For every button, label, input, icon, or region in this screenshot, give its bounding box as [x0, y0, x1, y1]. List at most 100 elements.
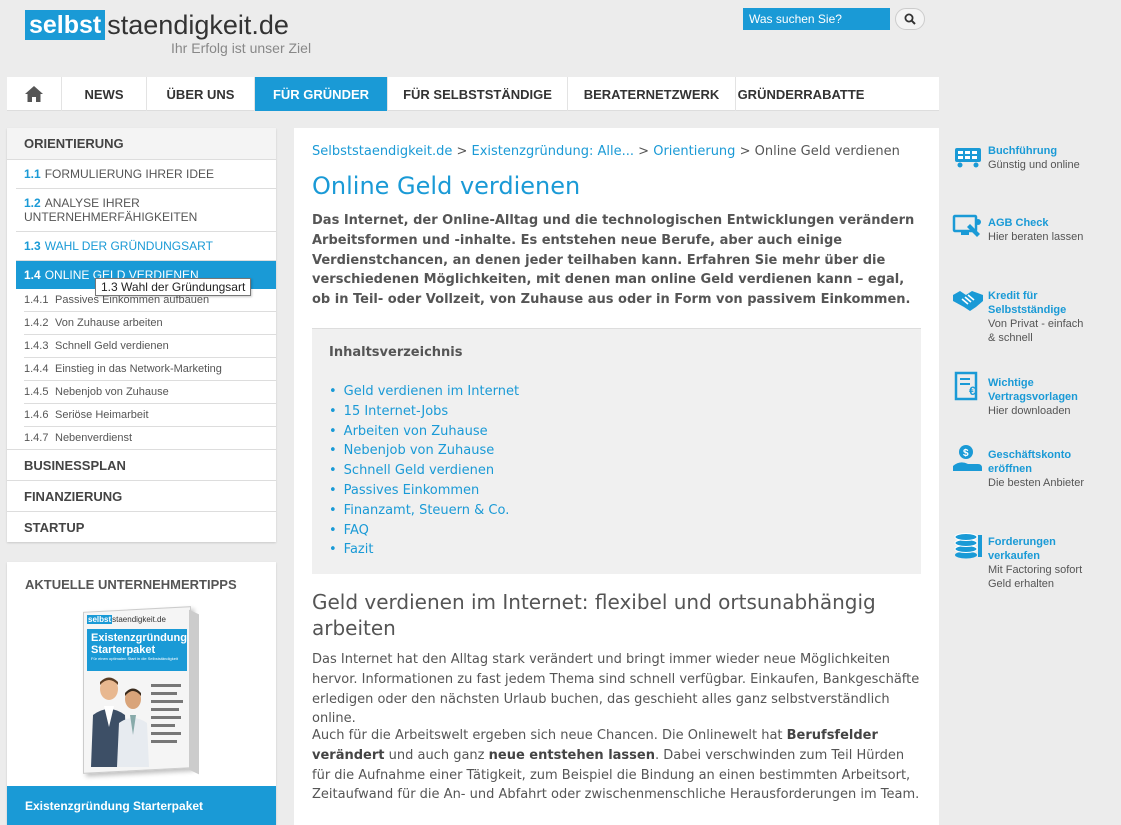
- factoring-icon: [954, 533, 982, 559]
- product-title-2: Starterpaket: [91, 644, 156, 656]
- section-heading: Geld verdienen im Internet: flexibel und…: [312, 590, 876, 640]
- subitem-label: Nebenjob von Zuhause: [55, 386, 169, 398]
- nav-home[interactable]: [7, 77, 62, 111]
- sidebar-subitem-1-4-6[interactable]: 1.4.6 Seriöse Heimarbeit: [24, 404, 276, 427]
- nav-fuer-selbststaendige[interactable]: FÜR SELBSTSTÄNDIGE: [388, 77, 568, 111]
- item-number: 1.3: [24, 239, 41, 253]
- item-label: WAHL DER GRÜNDUNGSART: [44, 239, 213, 253]
- paragraph: Auch für die Arbeitswelt ergeben sich ne…: [312, 726, 924, 805]
- toc-link[interactable]: 15 Internet-Jobs: [329, 402, 519, 422]
- subitem-label: Einstieg in das Network-Marketing: [55, 363, 222, 375]
- subitem-label: Von Zuhause arbeiten: [55, 317, 163, 329]
- text-span: und auch ganz: [384, 747, 489, 763]
- bold-text: neue entstehen lassen: [488, 747, 655, 763]
- breadcrumb-current: Online Geld verdienen: [754, 144, 900, 159]
- product-logo-box: selbst: [87, 614, 113, 624]
- right-item-buchfuehrung[interactable]: Buchführung Günstig und online: [950, 128, 1090, 188]
- product-logo-text: staendigkeit.de: [112, 614, 166, 624]
- breadcrumb-home[interactable]: Selbststaendigkeit.de: [312, 144, 452, 159]
- nav-fuer-gruender[interactable]: FÜR GRÜNDER: [255, 77, 388, 111]
- search-button[interactable]: [895, 8, 925, 30]
- toc-title: Inhaltsverzeichnis: [329, 345, 463, 360]
- right-item-subtitle: Hier downloaden: [988, 405, 1071, 417]
- right-item-vertragsvorlagen[interactable]: € Wichtige Vertragsvorlagen Hier download…: [950, 360, 1090, 420]
- right-item-title: Forderungen verkaufen Mit Factoring sofor…: [988, 535, 1088, 591]
- right-item-title: Buchführung Günstig und online: [988, 144, 1088, 172]
- tips-heading: AKTUELLE UNTERNEHMERTIPPS: [25, 577, 237, 592]
- sidebar-subitem-1-4-3[interactable]: 1.4.3 Schnell Geld verdienen: [24, 335, 276, 358]
- item-label: FORMULIERUNG IHRER IDEE: [44, 167, 215, 181]
- toc-link[interactable]: Passives Einkommen: [329, 481, 519, 501]
- sidebar-subitem-1-4-4[interactable]: 1.4.4 Einstieg in das Network-Marketing: [24, 358, 276, 381]
- right-item-forderungen[interactable]: Forderungen verkaufen Mit Factoring sofor…: [950, 519, 1090, 590]
- right-item-subtitle: Von Privat - einfach & schnell: [988, 318, 1084, 344]
- title-text: Geschäftskonto eröffnen: [988, 449, 1072, 475]
- svg-text:€: €: [969, 384, 976, 398]
- logo-text: staendigkeit.de: [107, 10, 289, 40]
- svg-text:$: $: [963, 448, 969, 459]
- toc-link[interactable]: FAQ: [329, 521, 519, 541]
- sidebar-item-1-1[interactable]: 1.1 FORMULIERUNG IHRER IDEE: [16, 160, 276, 189]
- agb-check-icon: [952, 214, 981, 237]
- title-text: Forderungen verkaufen: [988, 536, 1056, 562]
- breadcrumb: Selbststaendigkeit.de > Existenzgründung…: [312, 144, 900, 159]
- search-input[interactable]: [743, 8, 890, 30]
- sidebar-section-startup[interactable]: STARTUP: [7, 511, 276, 542]
- site-logo[interactable]: selbst staendigkeit.de Ihr Erfolg ist un…: [25, 10, 311, 56]
- sidebar-item-1-3[interactable]: 1.3 WAHL DER GRÜNDUNGSART: [16, 232, 276, 261]
- product-box-image[interactable]: selbst staendigkeit.de Existenzgründung …: [77, 606, 202, 775]
- subitem-number: 1.4.4: [24, 363, 49, 375]
- sidebar-section-finanzierung[interactable]: FINANZIERUNG: [7, 480, 276, 511]
- right-item-title: Geschäftskonto eröffnen Die besten Anbiet…: [988, 448, 1088, 490]
- subitem-number: 1.4.2: [24, 317, 49, 329]
- text-span: Auch für die Arbeitswelt ergeben sich ne…: [312, 728, 787, 743]
- logo-box: selbst: [25, 10, 106, 40]
- breadcrumb-separator: >: [735, 144, 755, 159]
- product-feature-list: [151, 679, 187, 748]
- right-item-title: Wichtige Vertragsvorlagen Hier downloaden: [988, 376, 1088, 418]
- subitem-number: 1.4.5: [24, 386, 49, 398]
- right-item-geschaeftskonto[interactable]: $ Geschäftskonto eröffnen Die besten Anbi…: [950, 432, 1090, 492]
- sidebar-item-1-2[interactable]: 1.2 ANALYSE IHRER UNTERNEHMERFÄHIGKEITEN: [16, 189, 276, 232]
- tips-footer-link[interactable]: Existenzgründung Starterpaket: [7, 786, 276, 825]
- right-item-agb-check[interactable]: AGB Check Hier beraten lassen: [950, 200, 1090, 260]
- subitem-number: 1.4.7: [24, 432, 49, 444]
- table-of-contents: Inhaltsverzeichnis Geld verdienen im Int…: [312, 328, 921, 574]
- breadcrumb-orientierung[interactable]: Orientierung: [653, 144, 735, 159]
- item-number: 1.4: [24, 268, 41, 282]
- breadcrumb-separator: >: [634, 144, 654, 159]
- sidebar-section-businessplan[interactable]: BUSINESSPLAN: [7, 449, 276, 480]
- toc-link[interactable]: Nebenjob von Zuhause: [329, 441, 519, 461]
- toc-link[interactable]: Fazit: [329, 540, 519, 560]
- toc-link[interactable]: Arbeiten von Zuhause: [329, 422, 519, 442]
- nav-beraternetzwerk[interactable]: BERATERNETZWERK: [568, 77, 736, 111]
- toc-link[interactable]: Finanzamt, Steuern & Co.: [329, 501, 519, 521]
- sidebar-subitem-1-4-2[interactable]: 1.4.2 Von Zuhause arbeiten: [24, 312, 276, 335]
- nav-gruenderrabatte[interactable]: GRÜNDERRABATTE: [736, 77, 866, 111]
- right-item-title: Kredit für Selbstständige Von Privat - ei…: [988, 289, 1088, 345]
- right-item-kredit[interactable]: Kredit für Selbstständige Von Privat - ei…: [950, 273, 1090, 344]
- sidebar-heading[interactable]: ORIENTIERUNG: [7, 128, 276, 160]
- subitem-label: Nebenverdienst: [55, 432, 133, 444]
- nav-news[interactable]: NEWS: [62, 77, 147, 111]
- toc-link[interactable]: Geld verdienen im Internet: [329, 382, 519, 402]
- search-icon: [904, 13, 916, 25]
- bookkeeping-icon: [955, 148, 981, 168]
- product-title-1: Existenzgründung: [91, 632, 187, 644]
- breadcrumb-category[interactable]: Existenzgründung: Alle...: [472, 144, 635, 159]
- sidebar-subitem-1-4-5[interactable]: 1.4.5 Nebenjob von Zuhause: [24, 381, 276, 404]
- toc-link[interactable]: Schnell Geld verdienen: [329, 461, 519, 481]
- sidebar-subitem-1-4-7[interactable]: 1.4.7 Nebenverdienst: [24, 427, 276, 449]
- tips-box: AKTUELLE UNTERNEHMERTIPPS selbst staendi…: [7, 562, 276, 825]
- right-item-subtitle: Günstig und online: [988, 159, 1080, 171]
- item-number: 1.1: [24, 167, 41, 181]
- item-label: ANALYSE IHRER UNTERNEHMERFÄHIGKEITEN: [24, 196, 198, 224]
- subitem-label: Seriöse Heimarbeit: [55, 409, 149, 421]
- page-title: Online Geld verdienen: [312, 172, 581, 200]
- logo-tagline: Ihr Erfolg ist unser Ziel: [171, 40, 312, 56]
- title-text: Wichtige Vertragsvorlagen: [988, 377, 1078, 403]
- title-text: AGB Check: [988, 217, 1049, 229]
- right-item-subtitle: Die besten Anbieter: [988, 477, 1085, 489]
- title-text: Kredit für Selbstständige: [988, 290, 1067, 316]
- nav-ueber-uns[interactable]: ÜBER UNS: [147, 77, 255, 111]
